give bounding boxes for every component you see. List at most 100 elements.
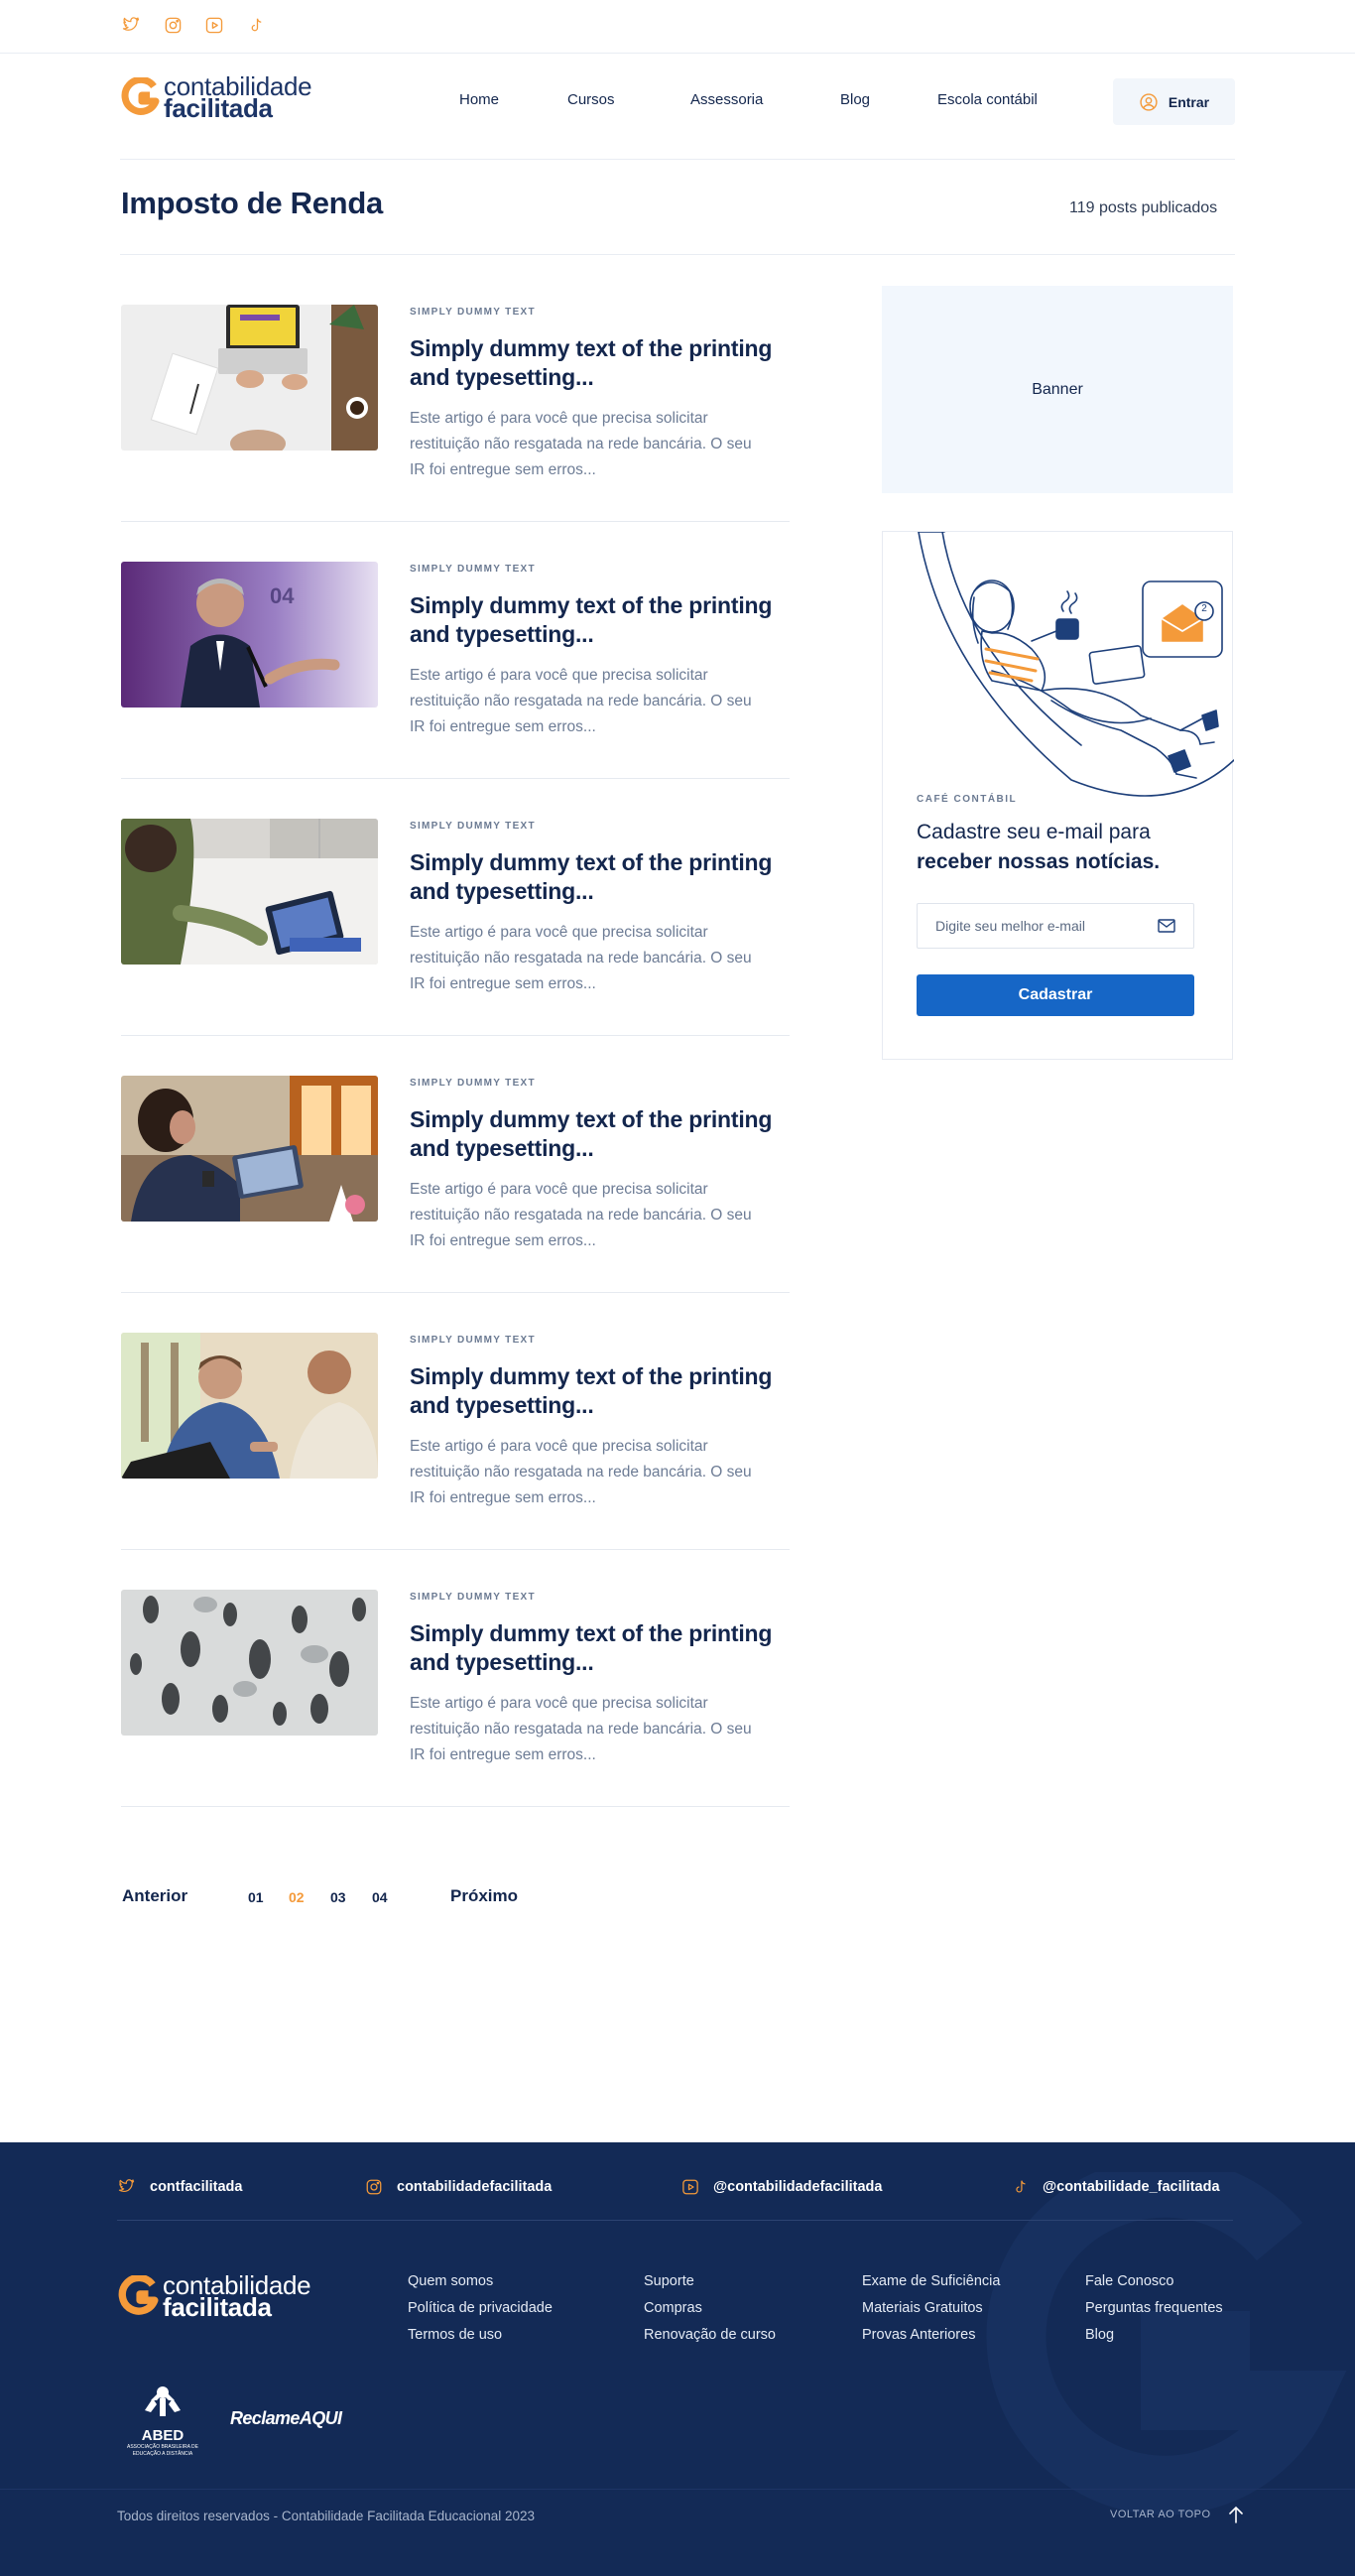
instagram-icon	[366, 2179, 382, 2195]
twitter-icon[interactable]	[120, 14, 142, 36]
newsletter-illustration: 2	[883, 532, 1234, 806]
subscribe-button[interactable]: Cadastrar	[917, 974, 1194, 1016]
divider	[120, 159, 1235, 160]
post-title[interactable]: Simply dummy text of the printing and ty…	[410, 334, 797, 392]
divider	[117, 2220, 1233, 2221]
abed-logo[interactable]: ABED ASSOCIAÇÃO BRASILEIRA DE EDUCAÇÃO A…	[121, 2383, 204, 2460]
next-page-link[interactable]: Próximo	[450, 1886, 518, 1906]
sidebar-banner[interactable]: Banner	[882, 286, 1233, 493]
post-category: SIMPLY DUMMY TEXT	[410, 1335, 536, 1346]
email-field-wrapper	[917, 903, 1194, 949]
footer-link[interactable]: Suporte	[644, 2272, 776, 2290]
page-link-04[interactable]: 04	[372, 1889, 388, 1905]
instagram-icon[interactable]	[162, 14, 184, 36]
logo-mark-icon	[118, 2275, 159, 2315]
footer-social-twitter[interactable]: contfacilitada	[117, 2178, 242, 2195]
page-link-02-active[interactable]: 02	[289, 1889, 305, 1905]
login-label: Entrar	[1168, 93, 1210, 110]
post-thumbnail[interactable]: 04	[121, 562, 378, 708]
footer-column: Exame de Suficiência Materiais Gratuitos…	[862, 2272, 1000, 2344]
footer-link[interactable]: Política de privacidade	[408, 2299, 553, 2317]
footer-social-handle: @contabilidade_facilitada	[1043, 2179, 1220, 2195]
footer-link[interactable]: Materiais Gratuitos	[862, 2299, 1000, 2317]
divider	[121, 1035, 790, 1036]
abed-name: ABED	[141, 2427, 185, 2444]
post-excerpt: Este artigo é para você que precisa soli…	[410, 667, 752, 735]
login-button[interactable]: Entrar	[1113, 78, 1235, 125]
footer-link[interactable]: Renovação de curso	[644, 2326, 776, 2344]
logo-mark-icon	[121, 77, 160, 115]
footer-link[interactable]: Exame de Suficiência	[862, 2272, 1000, 2290]
post-excerpt: Este artigo é para você que precisa soli…	[410, 1181, 752, 1249]
post-thumbnail[interactable]	[121, 819, 378, 965]
footer-social-handle: contfacilitada	[150, 2178, 243, 2195]
post-title[interactable]: Simply dummy text of the printing and ty…	[410, 1105, 797, 1163]
youtube-icon[interactable]	[203, 14, 225, 36]
post-category: SIMPLY DUMMY TEXT	[410, 821, 536, 832]
post-thumbnail[interactable]	[121, 305, 378, 451]
nav-assessoria[interactable]: Assessoria	[690, 91, 763, 108]
tiktok-icon[interactable]	[245, 14, 267, 36]
newsletter-title-plain: Cadastre seu e-mail para	[917, 821, 1151, 843]
page-title: Imposto de Renda	[121, 186, 383, 220]
back-to-top-link[interactable]: VOLTAR AO TOPO	[1110, 2506, 1243, 2523]
footer-link[interactable]: Compras	[644, 2299, 776, 2317]
user-circle-icon	[1140, 92, 1158, 111]
tiktok-icon	[1016, 2180, 1026, 2193]
post-excerpt: Este artigo é para você que precisa soli…	[410, 410, 752, 478]
newsletter-title-bold: receber nossas notícias.	[917, 850, 1161, 873]
footer-link[interactable]: Fale Conosco	[1085, 2272, 1223, 2290]
page-link-01[interactable]: 01	[248, 1889, 264, 1905]
prev-page-link[interactable]: Anterior	[122, 1886, 187, 1906]
footer-column: Quem somos Política de privacidade Termo…	[408, 2272, 553, 2344]
divider	[120, 254, 1235, 255]
footer-social-tiktok[interactable]: @contabilidade_facilitada	[1012, 2178, 1220, 2196]
notification-badge: 2	[1201, 603, 1207, 614]
footer-social-youtube[interactable]: @contabilidadefacilitada	[681, 2178, 882, 2196]
footer-link[interactable]: Blog	[1085, 2326, 1223, 2344]
copyright: Todos direitos reservados - Contabilidad…	[117, 2509, 535, 2523]
post-thumbnail[interactable]	[121, 1590, 378, 1736]
footer: contfacilitada contabilidadefacilitada @…	[0, 2142, 1355, 2576]
newsletter-eyebrow: CAFÉ CONTÁBIL	[917, 794, 1018, 805]
reclame-aqui-logo[interactable]: ReclameAQUI	[230, 2408, 342, 2429]
arrow-up-icon	[1228, 2506, 1243, 2523]
post-excerpt: Este artigo é para você que precisa soli…	[410, 1438, 752, 1506]
post-excerpt: Este artigo é para você que precisa soli…	[410, 1695, 752, 1763]
newsletter-card: 2 CAFÉ CONTÁBIL Cadastre seu e-mail para…	[882, 531, 1234, 1060]
pagination: Anterior 01 02 03 04 Próximo	[121, 1886, 617, 1910]
nav-home[interactable]: Home	[459, 91, 499, 108]
footer-brand-logo[interactable]: contabilidade facilitada	[117, 2272, 311, 2320]
post-category: SIMPLY DUMMY TEXT	[410, 1078, 536, 1089]
email-field[interactable]	[935, 918, 1134, 934]
divider	[0, 53, 1355, 54]
divider	[121, 521, 790, 522]
footer-link[interactable]: Termos de uso	[408, 2326, 553, 2344]
post-thumbnail[interactable]	[121, 1076, 378, 1222]
post-title[interactable]: Simply dummy text of the printing and ty…	[410, 591, 797, 649]
divider	[121, 778, 790, 779]
footer-link[interactable]: Provas Anteriores	[862, 2326, 1000, 2344]
footer-social-instagram[interactable]: contabilidadefacilitada	[365, 2178, 552, 2196]
nav-blog[interactable]: Blog	[840, 91, 870, 108]
page-link-03[interactable]: 03	[330, 1889, 346, 1905]
divider	[121, 1806, 790, 1807]
post-title[interactable]: Simply dummy text of the printing and ty…	[410, 1619, 797, 1677]
nav-cursos[interactable]: Cursos	[567, 91, 615, 108]
post-title[interactable]: Simply dummy text of the printing and ty…	[410, 848, 797, 906]
newsletter-title: Cadastre seu e-mail para receber nossas …	[917, 818, 1204, 877]
post-category: SIMPLY DUMMY TEXT	[410, 307, 536, 318]
twitter-icon	[118, 2179, 135, 2193]
footer-social-handle: @contabilidadefacilitada	[713, 2179, 883, 2195]
nav-escola-contabil[interactable]: Escola contábil	[937, 91, 1038, 108]
divider	[121, 1549, 790, 1550]
footer-link[interactable]: Perguntas frequentes	[1085, 2299, 1223, 2317]
mail-icon	[1158, 919, 1175, 933]
svg-text:04: 04	[270, 583, 295, 608]
post-title[interactable]: Simply dummy text of the printing and ty…	[410, 1362, 797, 1420]
abed-emblem-icon	[145, 2386, 181, 2416]
footer-social-handle: contabilidadefacilitada	[397, 2179, 553, 2195]
footer-link[interactable]: Quem somos	[408, 2272, 553, 2290]
brand-logo[interactable]: contabilidade facilitada	[120, 73, 312, 121]
post-thumbnail[interactable]	[121, 1333, 378, 1479]
